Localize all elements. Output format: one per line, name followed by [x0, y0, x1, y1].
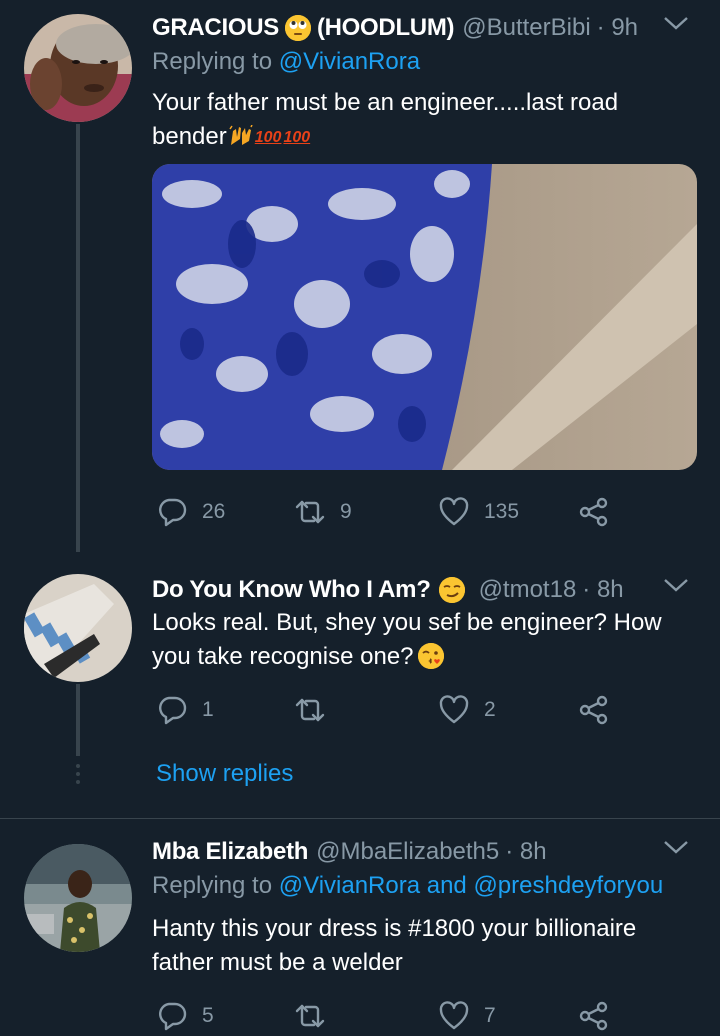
retweet-button[interactable]: 9 — [294, 492, 352, 532]
tweet-text-line: Hanty this your dress is #1800 your bill… — [152, 915, 637, 942]
reply-count: 5 — [202, 1004, 214, 1027]
share-icon — [579, 1001, 608, 1031]
tweet-text-line: bender — [152, 123, 227, 150]
tweet-text: Hanty this your dress is #1800 your bill… — [152, 912, 692, 980]
tweet-actions: 1 2 — [152, 690, 622, 730]
timestamp: · 8h — [505, 838, 547, 865]
retweet-icon — [295, 500, 325, 524]
retweet-icon — [295, 1004, 325, 1028]
retweet-button[interactable] — [294, 690, 340, 730]
divider — [0, 818, 720, 819]
replying-to: Replying to @VivianRora and @preshdeyfor… — [152, 872, 663, 900]
replying-to: Replying to @VivianRora — [152, 48, 420, 76]
share-button[interactable] — [578, 996, 610, 1036]
thread-dots — [76, 764, 80, 788]
tweet-actions: 26 9 135 — [152, 492, 622, 532]
share-icon — [579, 695, 608, 725]
tweet-text-line: Your father must be an engineer.....last… — [152, 89, 619, 116]
display-name-suffix[interactable]: (HOODLUM) — [317, 14, 455, 42]
tweet-header: GRACIOUS (HOODLUM) @ButterBibi · 9h — [152, 8, 690, 48]
user-handle[interactable]: @tmot18 — [479, 576, 577, 604]
tweet-2[interactable]: Do You Know Who I Am? @tmot18 · 8h Looks… — [0, 560, 720, 810]
reply-icon — [159, 498, 187, 527]
chevron-down-icon[interactable] — [662, 12, 690, 40]
tweet-text-line: Looks real. But, shey you sef be enginee… — [152, 609, 662, 636]
reply-icon — [159, 1002, 187, 1031]
tweet-text-line: you take recognise one? — [152, 643, 414, 670]
reply-button[interactable]: 26 — [156, 492, 225, 532]
tweet-text: Looks real. But, shey you sef be enginee… — [152, 606, 692, 674]
smirk-emoji-icon — [438, 577, 465, 603]
raised-hands-emoji-icon — [229, 123, 253, 145]
show-replies-link[interactable]: Show replies — [156, 760, 293, 788]
tweet-1[interactable]: GRACIOUS (HOODLUM) @ButterBibi · 9h Repl… — [0, 0, 720, 560]
replying-to-label: Replying to — [152, 48, 273, 75]
thread-line — [76, 124, 80, 552]
heart-icon — [439, 695, 469, 724]
hundred-emoji-icon: 100 — [283, 129, 311, 146]
tweet-header: Do You Know Who I Am? @tmot18 · 8h — [152, 570, 690, 610]
tweet-actions: 5 7 — [152, 996, 622, 1036]
chevron-down-icon[interactable] — [662, 836, 690, 864]
like-count: 135 — [484, 500, 520, 523]
share-button[interactable] — [578, 492, 610, 532]
mention-link[interactable]: @VivianRora — [279, 48, 420, 75]
like-count: 7 — [484, 1004, 496, 1027]
kiss-emoji-icon — [417, 643, 444, 669]
tweet-text: Your father must be an engineer.....last… — [152, 86, 692, 155]
retweet-count: 9 — [340, 500, 352, 523]
share-icon — [579, 497, 608, 527]
avatar[interactable] — [24, 14, 132, 122]
reply-count: 26 — [202, 500, 226, 523]
avatar[interactable] — [24, 844, 132, 952]
display-name[interactable]: Do You Know Who I Am? — [152, 576, 431, 604]
user-handle[interactable]: @ButterBibi — [462, 14, 590, 42]
like-button[interactable]: 2 — [438, 690, 496, 730]
hundred-emoji-icon: 100 — [254, 129, 282, 146]
replying-to-label: Replying to — [152, 872, 273, 899]
tweet-text-line: father must be a welder — [152, 949, 403, 976]
retweet-button[interactable] — [294, 996, 340, 1036]
reply-button[interactable]: 1 — [156, 690, 214, 730]
rolling-eyes-emoji-icon — [284, 15, 311, 41]
like-button[interactable]: 135 — [438, 492, 519, 532]
reply-button[interactable]: 5 — [156, 996, 214, 1036]
heart-icon — [439, 1001, 469, 1030]
share-button[interactable] — [578, 690, 610, 730]
reply-count: 1 — [202, 698, 214, 721]
thread-line — [76, 684, 80, 756]
tweet-header: Mba Elizabeth @MbaElizabeth5 · 8h — [152, 832, 690, 872]
timestamp: · 8h — [582, 576, 624, 603]
like-button[interactable]: 7 — [438, 996, 496, 1036]
avatar[interactable] — [24, 574, 132, 682]
mention-link[interactable]: @VivianRora and @preshdeyforyou — [279, 872, 664, 899]
retweet-icon — [295, 698, 325, 722]
tweet-3[interactable]: Mba Elizabeth @MbaElizabeth5 · 8h Replyi… — [0, 830, 720, 1036]
reply-icon — [159, 696, 187, 725]
user-handle[interactable]: @MbaElizabeth5 — [316, 838, 499, 866]
heart-icon — [439, 497, 469, 526]
tweet-media-image[interactable] — [152, 164, 697, 470]
chevron-down-icon[interactable] — [662, 574, 690, 602]
display-name[interactable]: Mba Elizabeth — [152, 838, 308, 866]
display-name[interactable]: GRACIOUS — [152, 14, 279, 42]
like-count: 2 — [484, 698, 496, 721]
timestamp: · 9h — [596, 14, 639, 41]
